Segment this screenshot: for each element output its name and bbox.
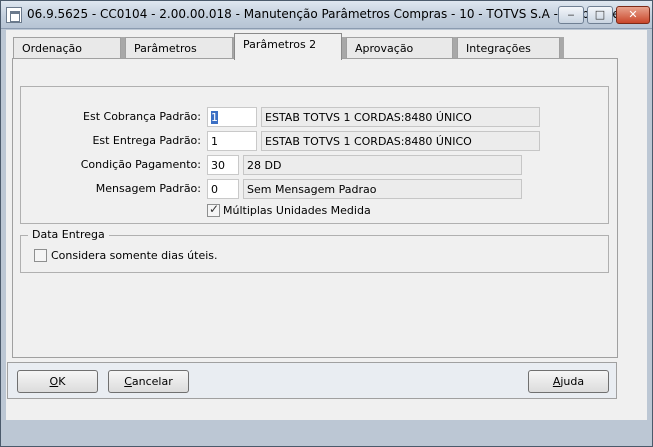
window-title: 06.9.5625 - CC0104 - 2.00.00.018 - Manut… [27,7,632,21]
multiplas-unidades-checkbox[interactable] [207,202,220,217]
est-entrega-description: ESTAB TOTVS 1 CORDAS:8480 ÚNICO [261,131,540,151]
mensagem-padrao-input[interactable]: 0 [207,179,239,199]
defaults-section: Est Cobrança Padrão: 1 ESTAB TOTVS 1 COR… [20,86,609,224]
multiplas-unidades-label: Múltiplas Unidades Medida [223,204,371,217]
cancel-mnemonic: C [124,375,132,388]
dias-uteis-label: Considera somente dias úteis. [51,249,218,262]
mensagem-padrao-description: Sem Mensagem Padrao [243,179,522,199]
condicao-pagamento-label: Condição Pagamento: [80,158,201,171]
ok-button[interactable]: OK [17,370,98,393]
tab-parametros-2[interactable]: Parâmetros 2 [234,33,342,60]
condicao-pagamento-description: 28 DD [243,155,522,175]
minimize-button[interactable]: ‒ [558,6,584,24]
maximize-button[interactable]: □ [587,6,613,24]
tab-label: Ordenação [22,42,82,55]
data-entrega-group: Data Entrega Considera somente dias útei… [20,228,609,273]
tab-integracoes[interactable]: Integrações [457,37,560,59]
cancel-button[interactable]: Cancelar [108,370,189,393]
ok-label: K [58,375,66,388]
help-button[interactable]: Ajuda [528,370,609,393]
close-button[interactable]: ✕ [616,6,650,24]
dias-uteis-checkbox[interactable] [34,249,47,262]
tab-aprovacao[interactable]: Aprovação [346,37,453,59]
tab-parametros[interactable]: Parâmetros [125,37,233,59]
ok-mnemonic: O [49,375,59,388]
est-cobranca-input[interactable]: 1 [207,107,257,127]
button-bar: OK Cancelar Ajuda [7,362,617,399]
client-area: Ordenação Parâmetros Parâmetros 2 Aprova… [6,30,647,420]
title-bar[interactable]: 06.9.5625 - CC0104 - 2.00.00.018 - Manut… [1,1,652,29]
data-entrega-title: Data Entrega [28,228,109,241]
app-icon[interactable] [6,7,22,23]
tab-label: Integrações [466,42,531,55]
est-cobranca-value: 1 [211,111,218,124]
tab-label: Aprovação [355,42,414,55]
help-label: juda [560,375,585,388]
app-window: 06.9.5625 - CC0104 - 2.00.00.018 - Manut… [0,0,653,447]
est-cobranca-label: Est Cobrança Padrão: [83,110,201,123]
est-cobranca-description: ESTAB TOTVS 1 CORDAS:8480 ÚNICO [261,107,540,127]
tab-divider [560,37,564,59]
mensagem-padrao-label: Mensagem Padrão: [95,182,201,195]
tab-label: Parâmetros 2 [243,38,317,51]
tab-ordenacao[interactable]: Ordenação [13,37,121,59]
est-entrega-label: Est Entrega Padrão: [92,134,201,147]
cancel-label: ancelar [131,375,173,388]
condicao-pagamento-input[interactable]: 30 [207,155,239,175]
tab-label: Parâmetros [134,42,197,55]
est-entrega-input[interactable]: 1 [207,131,257,151]
tab-panel: Est Cobrança Padrão: 1 ESTAB TOTVS 1 COR… [12,58,618,358]
